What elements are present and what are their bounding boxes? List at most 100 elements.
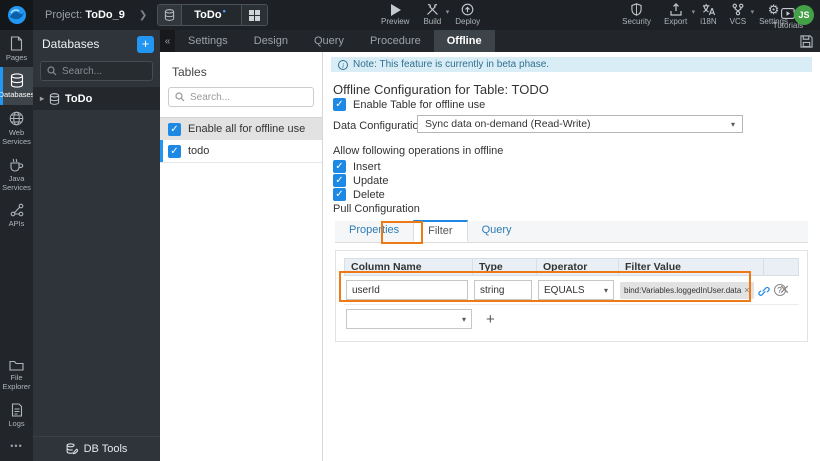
database-icon — [10, 73, 24, 89]
sidebar-item-apis[interactable]: APIs — [0, 197, 33, 233]
chevron-down-icon: ▾ — [750, 9, 755, 16]
chevron-down-icon: ▾ — [461, 314, 466, 324]
search-icon — [175, 92, 185, 102]
delete-row-icon[interactable]: ✕ — [779, 282, 790, 298]
db-tools-button[interactable]: DB Tools — [33, 436, 160, 461]
tab-query[interactable]: Query — [301, 30, 357, 52]
chevron-right-icon: ❯ — [138, 9, 148, 21]
sidebar-item-pages[interactable]: Pages — [0, 30, 33, 67]
database-tree-item-todo[interactable]: ▸ ToDo — [33, 87, 160, 110]
pull-configuration-label: Pull Configuration — [333, 203, 420, 215]
sidebar-item-databases[interactable]: Databases — [0, 67, 34, 105]
add-database-button[interactable]: + — [137, 35, 154, 53]
project-label: Project: ToDo_9 — [45, 9, 125, 21]
bind-expression-chip: bind:Variables.loggedInUser.data × — [620, 281, 754, 299]
tables-panel-title: Tables — [172, 65, 207, 79]
enable-all-label: Enable all for offline use — [188, 123, 306, 135]
chevron-down-icon: ▾ — [691, 9, 696, 16]
collapse-panel-button[interactable]: « — [160, 30, 175, 52]
tab-offline[interactable]: Offline — [433, 30, 495, 52]
update-checkbox[interactable] — [333, 174, 346, 187]
tab-procedure[interactable]: Procedure — [357, 30, 434, 52]
add-filter-button[interactable]: + — [486, 311, 495, 328]
toolbar-right-actions: Security Export ▾ i18N VCS ▾ ⚙ Settings — [622, 2, 796, 27]
header-actions — [764, 259, 798, 275]
sidebar-item-java-services[interactable]: Java Services — [0, 152, 33, 198]
tab-settings[interactable]: Settings — [175, 30, 241, 52]
db-tools-icon — [66, 443, 78, 455]
tab-filter[interactable]: Filter — [413, 220, 468, 242]
database-name: ToDo — [65, 92, 93, 105]
databases-search[interactable] — [40, 61, 153, 81]
wavemaker-logo-icon — [7, 6, 26, 24]
delete-row: Delete — [333, 188, 385, 201]
filter-row-userid: EQUALS ▾ bind:Variables.loggedInUser.dat… — [344, 276, 799, 305]
vcs-button[interactable]: VCS ▾ — [730, 3, 754, 26]
search-icon — [47, 66, 57, 76]
export-icon — [670, 3, 682, 16]
insert-checkbox[interactable] — [333, 160, 346, 173]
tab-query-pull[interactable]: Query — [468, 220, 526, 242]
new-column-select[interactable]: ▾ — [346, 309, 472, 329]
info-icon: i — [338, 59, 348, 70]
table-row-todo[interactable]: todo — [160, 140, 322, 163]
log-file-icon — [11, 403, 23, 417]
globe-icon — [9, 111, 24, 126]
tab-properties[interactable]: Properties — [335, 220, 413, 242]
data-configuration-select[interactable]: Sync data on-demand (Read-Write) ▾ — [417, 115, 743, 133]
operator-select[interactable]: EQUALS ▾ — [538, 280, 614, 300]
app-logo[interactable] — [0, 0, 33, 30]
top-bar: Project: ToDo_9 ❯ ToDo• Preview Build ▾ … — [0, 0, 820, 30]
column-name-input[interactable] — [346, 280, 468, 300]
database-icon — [158, 5, 183, 25]
delete-label: Delete — [353, 188, 385, 201]
expand-arrow-icon[interactable]: ▸ — [40, 94, 44, 103]
offline-configuration-panel: i Note: This feature is currently in bet… — [323, 52, 820, 461]
deploy-button[interactable]: Deploy — [455, 3, 480, 26]
api-nodes-icon — [10, 203, 24, 217]
enable-all-checkbox[interactable] — [168, 122, 181, 136]
preview-button[interactable]: Preview — [381, 3, 409, 26]
chip-remove-icon[interactable]: × — [744, 285, 749, 295]
more-options-button[interactable]: ••• — [0, 433, 33, 461]
update-label: Update — [353, 174, 389, 187]
tables-search-input[interactable] — [190, 91, 300, 103]
cloud-upload-icon — [461, 3, 474, 16]
type-input[interactable] — [474, 280, 532, 300]
tables-search[interactable] — [168, 87, 314, 107]
chevron-down-icon: ▾ — [730, 119, 735, 129]
update-row: Update — [333, 174, 388, 187]
insert-row: Insert — [333, 160, 381, 173]
tab-design[interactable]: Design — [241, 30, 301, 52]
language-icon — [702, 3, 715, 16]
database-icon — [49, 92, 60, 105]
beta-note-banner: i Note: This feature is currently in bet… — [331, 57, 812, 72]
enable-table-label: Enable Table for offline use — [353, 98, 486, 111]
security-button[interactable]: Security — [622, 3, 651, 26]
shield-icon — [631, 3, 642, 16]
sidebar-item-file-explorer[interactable]: File Explorer — [0, 353, 33, 397]
export-button[interactable]: Export ▾ — [664, 3, 695, 26]
delete-checkbox[interactable] — [333, 188, 346, 201]
build-button[interactable]: Build ▾ — [423, 3, 449, 26]
sidebar-item-logs[interactable]: Logs — [0, 397, 33, 433]
save-icon[interactable] — [800, 34, 813, 48]
document-tab-label: ToDo• — [194, 6, 226, 21]
page-icon — [10, 36, 23, 51]
enable-all-row[interactable]: Enable all for offline use — [160, 117, 322, 140]
open-document-tab[interactable]: ToDo• — [157, 4, 268, 26]
databases-panel-title: Databases — [42, 37, 100, 51]
header-operator: Operator — [537, 259, 619, 275]
sidebar-item-web-services[interactable]: Web Services — [0, 105, 33, 152]
grid-view-icon[interactable] — [240, 5, 267, 25]
enable-table-checkbox[interactable] — [333, 98, 346, 111]
databases-search-input[interactable] — [62, 65, 142, 77]
todo-table-checkbox[interactable] — [168, 144, 181, 158]
chevron-down-icon: ▾ — [603, 285, 608, 295]
settings-button[interactable]: ⚙ Settings ▾ — [759, 2, 796, 27]
rail-spacer — [0, 234, 33, 353]
i18n-button[interactable]: i18N — [700, 3, 717, 26]
header-filter-value: Filter Value — [619, 259, 764, 275]
user-avatar[interactable]: JS — [794, 5, 814, 25]
unsaved-changes-marker: • — [222, 6, 226, 16]
